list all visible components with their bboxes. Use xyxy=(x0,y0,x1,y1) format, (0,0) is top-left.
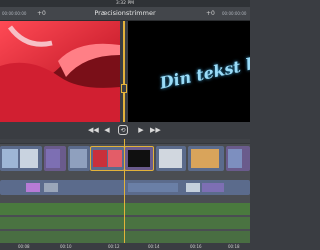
timecode: 00:18 xyxy=(228,244,240,249)
timecode: 00:16 xyxy=(190,244,202,249)
video-clip[interactable] xyxy=(0,146,42,171)
video-clip[interactable] xyxy=(188,146,224,171)
clip-thumbnail xyxy=(128,150,150,167)
timecode: 00:12 xyxy=(108,244,120,249)
video-clip[interactable] xyxy=(44,146,66,171)
clip-thumbnail xyxy=(159,149,182,168)
timecode: 00:10 xyxy=(60,244,72,249)
step-back-icon[interactable]: ◀ xyxy=(102,125,112,135)
skip-back-icon[interactable]: ◀◀ xyxy=(88,125,99,135)
transport-controls: ◀◀ ◀ ⟲ ▶ ▶▶ xyxy=(0,122,250,139)
status-bar: 3:32 PM xyxy=(0,0,250,7)
video-clip[interactable] xyxy=(68,146,90,171)
trim-handle[interactable] xyxy=(121,84,127,93)
trim-line xyxy=(123,21,125,122)
clip-thumbnail xyxy=(2,149,18,168)
left-viewer-frame xyxy=(0,21,120,122)
clip-thumbnail xyxy=(202,183,224,192)
title-text: Din tekst her xyxy=(158,49,250,93)
video-track-1 xyxy=(0,143,250,174)
timecode: 00:08 xyxy=(18,244,30,249)
video-clip[interactable] xyxy=(226,146,250,171)
timeline[interactable]: 00:08 00:10 00:12 00:14 00:16 00:18 xyxy=(0,139,250,250)
right-video-viewer[interactable]: Din tekst her xyxy=(128,21,250,122)
timeline-timecodes: 00:08 00:10 00:12 00:14 00:16 00:18 xyxy=(0,243,250,250)
clip-thumbnail xyxy=(186,183,200,192)
timecode: 00:14 xyxy=(148,244,160,249)
clip-thumbnail xyxy=(108,150,122,167)
playhead[interactable] xyxy=(124,139,125,246)
right-offset: +0 xyxy=(206,10,215,17)
selected-title-clip[interactable] xyxy=(124,146,154,171)
video-clip[interactable] xyxy=(156,146,186,171)
clip-thumbnail xyxy=(20,149,38,168)
video-track-clip[interactable] xyxy=(0,180,250,195)
left-video-viewer[interactable] xyxy=(0,21,120,122)
loop-icon[interactable]: ⟲ xyxy=(118,125,128,135)
clip-thumbnail xyxy=(93,150,107,167)
video-track-2 xyxy=(0,176,250,199)
clip-thumbnail xyxy=(44,183,58,192)
skip-forward-icon[interactable]: ▶▶ xyxy=(150,125,161,135)
clip-thumbnail xyxy=(26,183,40,192)
clip-thumbnail xyxy=(228,149,242,168)
trim-bar[interactable] xyxy=(120,21,128,122)
clip-thumbnail xyxy=(191,149,219,168)
audio-track-3[interactable] xyxy=(0,231,250,243)
clip-thumbnail xyxy=(70,149,87,168)
audio-track-1[interactable] xyxy=(0,203,250,215)
audio-track-2[interactable] xyxy=(0,217,250,229)
clip-thumbnail xyxy=(128,183,178,192)
selected-video-clip[interactable] xyxy=(90,146,125,171)
clip-thumbnail xyxy=(46,149,60,168)
status-time: 3:32 PM xyxy=(115,1,135,6)
step-forward-icon[interactable]: ▶ xyxy=(136,125,146,135)
right-offset-small: 00:00:00:00 xyxy=(222,11,247,16)
header: +0 00:00:00:00 Præcisionstrimmer +0 00:0… xyxy=(0,7,250,21)
